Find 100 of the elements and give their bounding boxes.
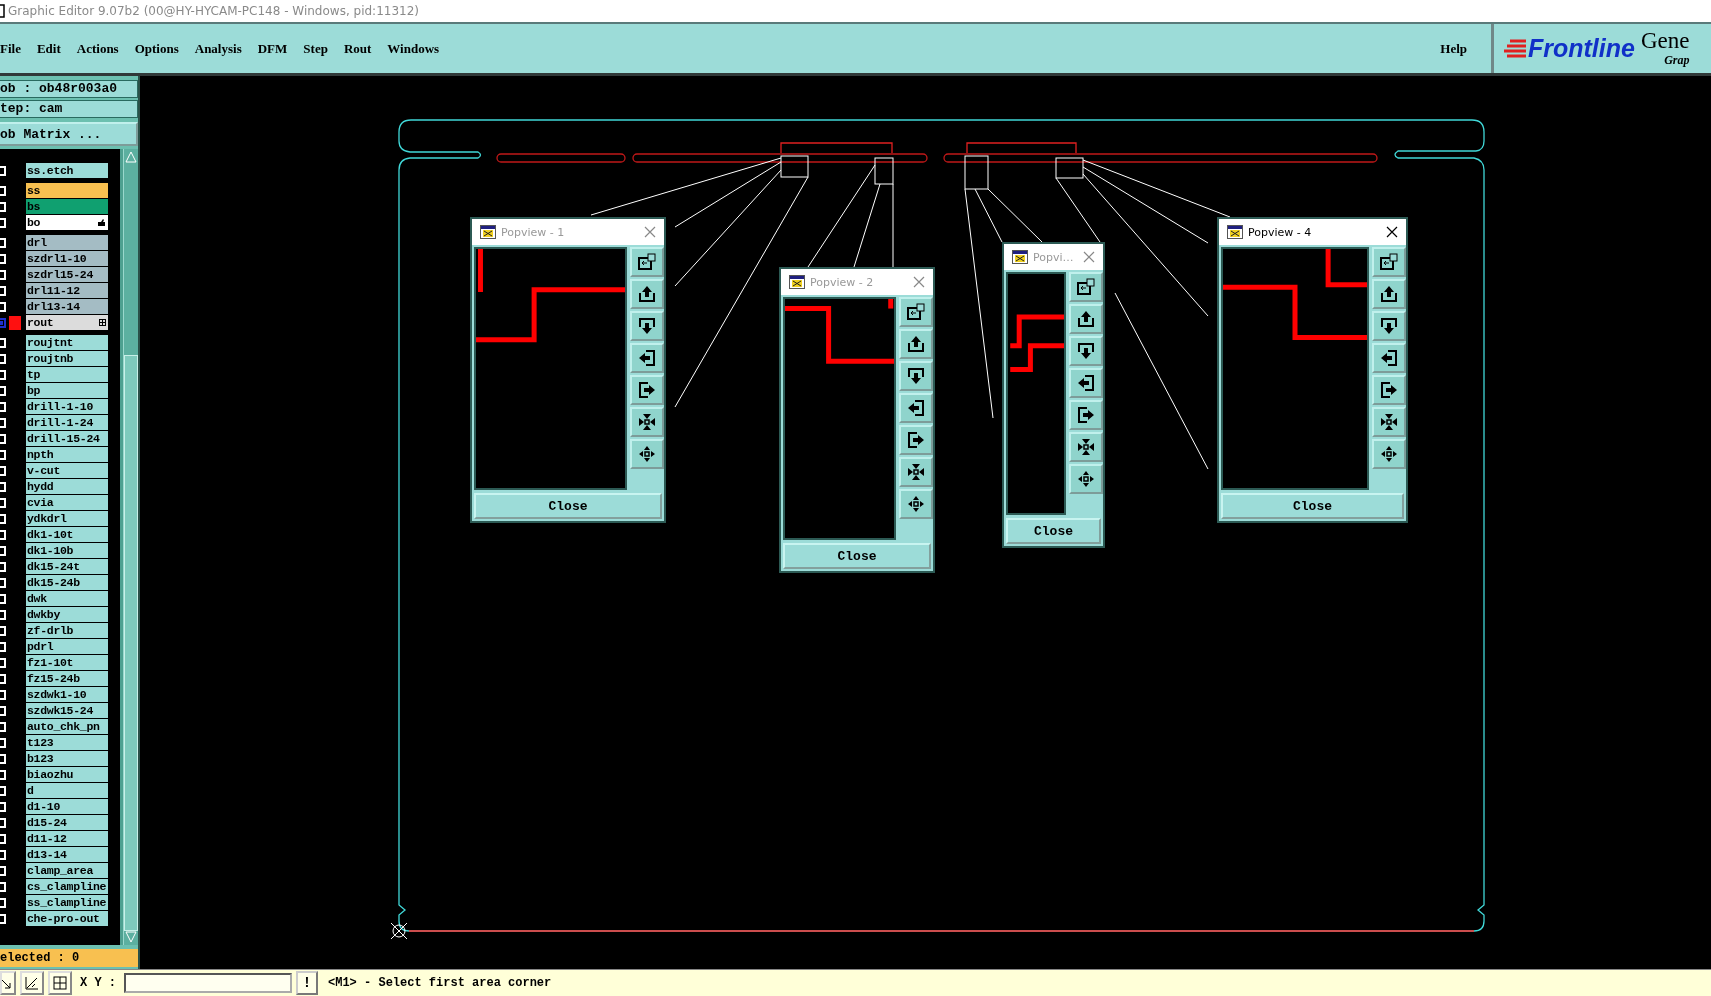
layer-item[interactable]: d13-14	[26, 847, 108, 862]
menu-item[interactable]: Analysis	[186, 40, 250, 57]
zoom-in-button[interactable]	[1372, 407, 1406, 437]
zoom-out-button[interactable]	[1069, 464, 1103, 494]
layer-item[interactable]: szdwk1-10	[26, 687, 108, 702]
menu-item[interactable]: File	[0, 40, 29, 57]
pan-left-button[interactable]	[1372, 343, 1406, 373]
menu-item[interactable]: Rout	[335, 40, 380, 57]
layer-item[interactable]: drill-15-24	[26, 431, 108, 446]
menu-item[interactable]: Windows	[379, 40, 448, 57]
close-button[interactable]: Close	[1221, 493, 1404, 519]
layer-item[interactable]: roujtnb	[26, 351, 108, 366]
layer-item[interactable]: dwk	[26, 591, 108, 606]
close-button[interactable]: Close	[783, 543, 931, 569]
pan-down-button[interactable]	[1069, 336, 1103, 366]
toolbar-button[interactable]	[20, 971, 44, 995]
menu-item[interactable]: Actions	[68, 40, 127, 57]
pan-up-button[interactable]	[630, 279, 664, 309]
layer-item[interactable]: cvia	[26, 495, 108, 510]
scrollbar[interactable]	[123, 149, 138, 945]
layer-item[interactable]: fz15-24b	[26, 671, 108, 686]
layer-item[interactable]: d	[26, 783, 108, 798]
pan-left-button[interactable]	[630, 343, 664, 373]
arrow-down-icon	[1379, 316, 1399, 336]
layer-item[interactable]: bs	[26, 199, 108, 214]
menu-item[interactable]: Options	[126, 40, 187, 57]
zoom-out-button[interactable]	[899, 489, 933, 519]
layer-item[interactable]: ydkdrl	[26, 511, 108, 526]
close-icon[interactable]	[1386, 226, 1398, 238]
pan-right-button[interactable]	[630, 375, 664, 405]
zoom-in-button[interactable]	[1069, 432, 1103, 462]
layer-item[interactable]: drl	[26, 235, 108, 250]
layer-item[interactable]: d1-10	[26, 799, 108, 814]
layer-item[interactable]: dk1-10b	[26, 543, 108, 558]
window-return-button[interactable]	[1372, 247, 1406, 277]
zoom-in-button[interactable]	[899, 457, 933, 487]
zoom-out-button[interactable]	[630, 439, 664, 469]
zoom-in-button[interactable]	[630, 407, 664, 437]
window-icon	[1012, 250, 1028, 264]
layer-item[interactable]: drill-1-10	[26, 399, 108, 414]
layer-item[interactable]: clamp_area	[26, 863, 108, 878]
pan-up-button[interactable]	[1069, 304, 1103, 334]
pan-down-button[interactable]	[630, 311, 664, 341]
close-button[interactable]: Close	[1006, 518, 1101, 544]
layer-item[interactable]: bo	[26, 215, 108, 230]
close-button[interactable]: Close	[474, 493, 662, 519]
layer-item[interactable]: biaozhu	[26, 767, 108, 782]
pan-left-button[interactable]	[1069, 368, 1103, 398]
layer-item[interactable]: d15-24	[26, 815, 108, 830]
pan-left-button[interactable]	[899, 393, 933, 423]
job-matrix-button[interactable]: ob Matrix ...	[0, 122, 138, 146]
coordinate-field[interactable]	[124, 973, 292, 993]
alert-button[interactable]: !	[296, 971, 318, 995]
layer-item[interactable]: bp	[26, 383, 108, 398]
layer-item[interactable]: tp	[26, 367, 108, 382]
menu-item[interactable]: Step	[295, 40, 336, 57]
window-return-button[interactable]	[630, 247, 664, 277]
layer-item[interactable]: v-cut	[26, 463, 108, 478]
pan-right-button[interactable]	[899, 425, 933, 455]
toolbar-button[interactable]	[48, 971, 72, 995]
layer-item[interactable]: ss	[26, 183, 108, 198]
layer-item[interactable]: npth	[26, 447, 108, 462]
pan-down-button[interactable]	[1372, 311, 1406, 341]
layer-item[interactable]: che-pro-out	[26, 911, 108, 926]
menu-item[interactable]: Edit	[28, 40, 69, 57]
layer-item[interactable]: cs_clampline	[26, 879, 108, 894]
layer-item[interactable]: szdrl15-24	[26, 267, 108, 282]
pan-up-button[interactable]	[1372, 279, 1406, 309]
layer-item[interactable]: drl13-14	[26, 299, 108, 314]
layer-item[interactable]: b123	[26, 751, 108, 766]
pan-right-button[interactable]	[1372, 375, 1406, 405]
layer-item[interactable]: fz1-10t	[26, 655, 108, 670]
pan-down-button[interactable]	[899, 361, 933, 391]
layer-item[interactable]: t123	[26, 735, 108, 750]
layer-item[interactable]: hydd	[26, 479, 108, 494]
window-return-button[interactable]	[899, 297, 933, 327]
zoom-out-button[interactable]	[1372, 439, 1406, 469]
layer-item[interactable]: ss_clampline	[26, 895, 108, 910]
pan-up-button[interactable]	[899, 329, 933, 359]
layer-item[interactable]: auto_chk_pn	[26, 719, 108, 734]
layer-item[interactable]: roujtnt	[26, 335, 108, 350]
layer-item[interactable]: dk15-24b	[26, 575, 108, 590]
layer-item[interactable]: drill-1-24	[26, 415, 108, 430]
layer-item[interactable]: rout	[26, 315, 108, 330]
scroll-thumb[interactable]	[124, 355, 138, 931]
layer-item[interactable]: dk15-24t	[26, 559, 108, 574]
layer-item[interactable]: dwkby	[26, 607, 108, 622]
menu-item[interactable]: DFM	[249, 40, 296, 57]
layer-item[interactable]: szdrl1-10	[26, 251, 108, 266]
pan-right-button[interactable]	[1069, 400, 1103, 430]
arrow-left-icon	[906, 398, 926, 418]
window-return-button[interactable]	[1069, 272, 1103, 302]
layer-item[interactable]: drl11-12	[26, 283, 108, 298]
layer-item[interactable]: pdrl	[26, 639, 108, 654]
layer-item[interactable]: d11-12	[26, 831, 108, 846]
layer-item[interactable]: zf-drlb	[26, 623, 108, 638]
menu-item[interactable]: Help	[1432, 40, 1475, 57]
layer-item[interactable]: dk1-10t	[26, 527, 108, 542]
layer-item[interactable]: ss.etch	[26, 163, 108, 178]
layer-item[interactable]: szdwk15-24	[26, 703, 108, 718]
